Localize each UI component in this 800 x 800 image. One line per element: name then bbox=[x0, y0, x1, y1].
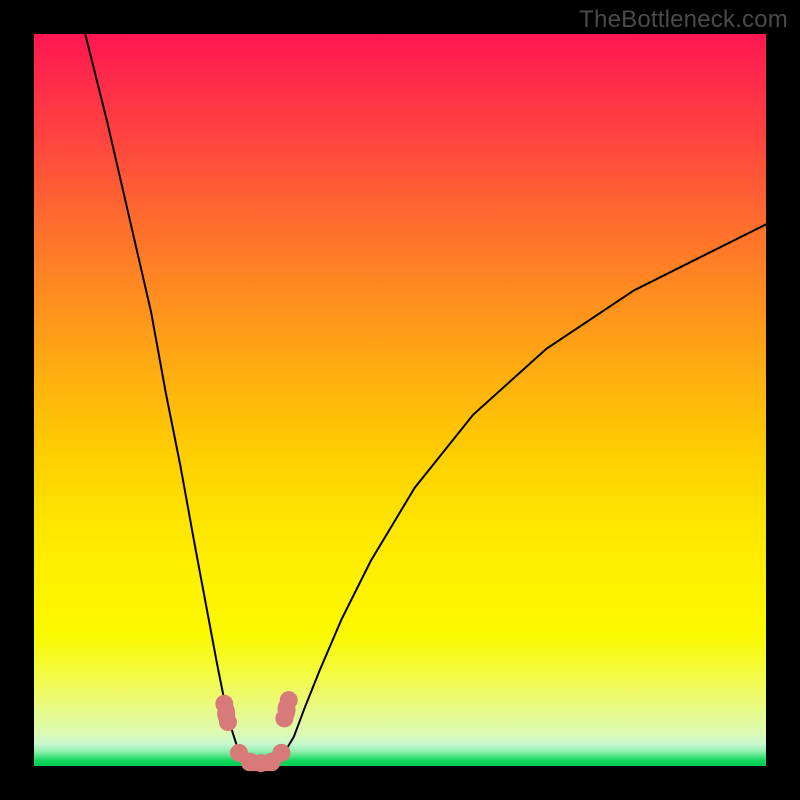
chart-svg bbox=[34, 34, 766, 766]
marker-blob bbox=[278, 697, 296, 723]
plot-area bbox=[34, 34, 766, 766]
watermark-text: TheBottleneck.com bbox=[579, 6, 788, 34]
chart-frame: TheBottleneck.com bbox=[0, 0, 800, 800]
series-right-branch bbox=[276, 224, 766, 763]
marker-floor bbox=[241, 755, 280, 771]
marker-blob bbox=[217, 700, 235, 726]
series-left-branch bbox=[85, 34, 246, 764]
